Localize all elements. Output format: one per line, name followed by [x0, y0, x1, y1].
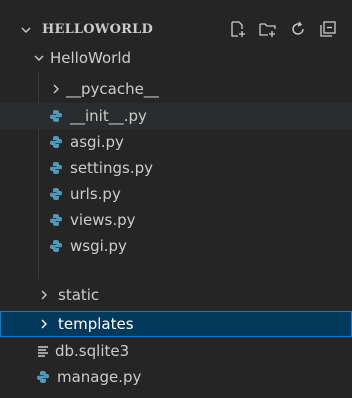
- tree-file-wsgi[interactable]: wsgi.py: [0, 233, 352, 259]
- tree-item-label: __init__.py: [70, 107, 147, 125]
- chevron-down-icon[interactable]: [32, 50, 46, 66]
- tree-item-label: asgi.py: [70, 133, 124, 151]
- tree-item-label: static: [58, 286, 100, 304]
- refresh-icon[interactable]: [288, 19, 308, 39]
- python-file-icon: [48, 238, 64, 254]
- new-folder-icon[interactable]: [258, 19, 278, 39]
- text-lines-icon: [35, 343, 51, 359]
- new-file-icon[interactable]: [228, 19, 248, 39]
- section-title: HELLOWORLD: [42, 22, 153, 37]
- explorer-section-header[interactable]: HELLOWORLD: [0, 17, 352, 43]
- tree-item-label: settings.py: [70, 159, 153, 177]
- explorer-actions: [228, 19, 338, 39]
- tree-file-init[interactable]: __init__.py: [0, 103, 352, 129]
- collapse-all-icon[interactable]: [318, 19, 338, 39]
- tree-item-label: wsgi.py: [70, 237, 127, 255]
- chevron-right-icon[interactable]: [49, 81, 63, 97]
- tree-item-label: templates: [58, 315, 134, 333]
- tree-folder-templates[interactable]: templates: [0, 311, 352, 337]
- tree-item-label: HelloWorld: [50, 49, 132, 67]
- tree-folder-helloworld[interactable]: HelloWorld: [0, 45, 352, 71]
- python-file-icon: [48, 160, 64, 176]
- tree-file-settings[interactable]: settings.py: [0, 155, 352, 181]
- tree-file-asgi[interactable]: asgi.py: [0, 129, 352, 155]
- tree-item-label: manage.py: [57, 368, 142, 386]
- tree-file-urls[interactable]: urls.py: [0, 181, 352, 207]
- tree-item-label: db.sqlite3: [55, 342, 130, 360]
- tree-item-label: views.py: [70, 211, 136, 229]
- tree-item-label: __pycache__: [66, 80, 159, 98]
- tree-file-db[interactable]: db.sqlite3: [0, 338, 352, 364]
- tree-file-manage[interactable]: manage.py: [0, 364, 352, 390]
- tree-folder-pycache[interactable]: __pycache__: [0, 76, 352, 102]
- tree-item-label: urls.py: [70, 185, 121, 203]
- python-file-icon: [48, 212, 64, 228]
- file-explorer: HELLOWORLD HelloWorld __pycache__ __init…: [0, 0, 352, 398]
- python-file-icon: [48, 108, 64, 124]
- chevron-right-icon[interactable]: [37, 316, 51, 332]
- python-file-icon: [48, 134, 64, 150]
- chevron-down-icon[interactable]: [19, 22, 33, 38]
- python-file-icon: [48, 186, 64, 202]
- chevron-right-icon[interactable]: [37, 287, 51, 303]
- python-file-icon: [35, 369, 51, 385]
- tree-file-views[interactable]: views.py: [0, 207, 352, 233]
- tree-folder-static[interactable]: static: [0, 282, 352, 308]
